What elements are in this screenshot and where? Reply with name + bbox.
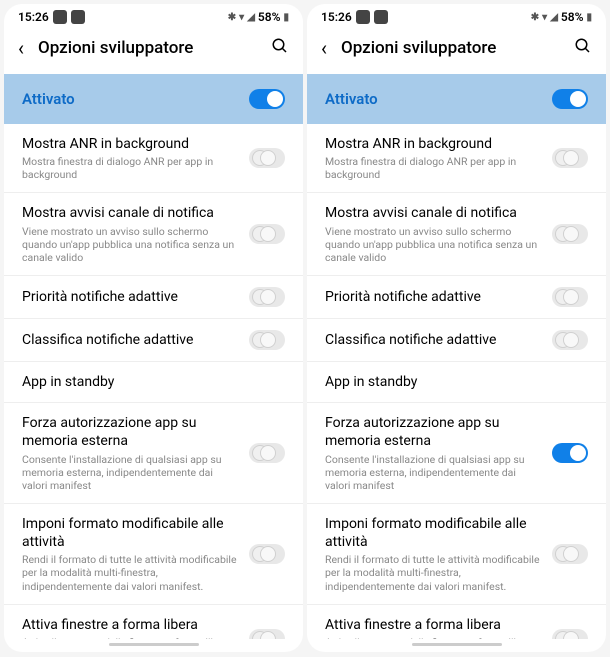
setting-desc: Rendi il formato di tutte le attività mo… bbox=[325, 553, 540, 592]
status-app-icon-1 bbox=[53, 10, 67, 24]
nav-indicator[interactable] bbox=[109, 643, 199, 646]
toggle-notif-channel[interactable] bbox=[552, 224, 588, 244]
toggle-freeform[interactable] bbox=[249, 629, 285, 639]
header: ‹ Opzioni sviluppatore bbox=[307, 26, 606, 74]
vibrate-icon: ✱ bbox=[531, 12, 539, 23]
setting-desc: Mostra finestra di dialogo ANR per app i… bbox=[22, 155, 237, 181]
wifi-icon: ▾ bbox=[239, 12, 244, 23]
setting-priority[interactable]: Priorità notifiche adattive bbox=[4, 276, 303, 319]
setting-desc: Rendi il formato di tutte le attività mo… bbox=[22, 553, 237, 592]
status-app-icon-2 bbox=[71, 10, 85, 24]
setting-anr[interactable]: Mostra ANR in background Mostra finestra… bbox=[4, 124, 303, 193]
setting-title: App in standby bbox=[325, 373, 588, 391]
back-icon[interactable]: ‹ bbox=[321, 36, 327, 60]
phone-screen-right: 15:26 ✱ ▾ ◢ 58% ▮ ‹ Opzioni sviluppatore… bbox=[307, 4, 606, 652]
setting-force-external[interactable]: Forza autorizzazione app su memoria este… bbox=[4, 403, 303, 504]
setting-desc: Mostra finestra di dialogo ANR per app i… bbox=[325, 155, 540, 181]
setting-standby[interactable]: App in standby bbox=[4, 362, 303, 403]
setting-resizable[interactable]: Imponi formato modificabile alle attivit… bbox=[307, 504, 606, 605]
setting-title: Mostra ANR in background bbox=[325, 135, 540, 153]
setting-desc: Consente l'installazione di qualsiasi ap… bbox=[325, 453, 540, 492]
toggle-resizable[interactable] bbox=[249, 544, 285, 564]
setting-force-external[interactable]: Forza autorizzazione app su memoria este… bbox=[307, 403, 606, 504]
vibrate-icon: ✱ bbox=[228, 12, 236, 23]
activated-label: Attivato bbox=[325, 90, 378, 108]
setting-title: Forza autorizzazione app su memoria este… bbox=[22, 414, 237, 450]
battery-percent: 58% bbox=[258, 10, 281, 24]
toggle-priority[interactable] bbox=[552, 287, 588, 307]
settings-list[interactable]: Mostra ANR in background Mostra finestra… bbox=[307, 124, 606, 639]
setting-desc: Attiva il supporto delle finestre a form… bbox=[325, 636, 540, 639]
status-app-icon-2 bbox=[374, 10, 388, 24]
toggle-anr[interactable] bbox=[249, 148, 285, 168]
setting-anr[interactable]: Mostra ANR in background Mostra finestra… bbox=[307, 124, 606, 193]
setting-notif-channel[interactable]: Mostra avvisi canale di notifica Viene m… bbox=[307, 193, 606, 276]
toggle-freeform[interactable] bbox=[552, 629, 588, 639]
page-title: Opzioni sviluppatore bbox=[341, 38, 560, 58]
status-app-icon-1 bbox=[356, 10, 370, 24]
search-icon[interactable] bbox=[271, 37, 289, 60]
signal-icon: ◢ bbox=[550, 12, 558, 23]
activated-label: Attivato bbox=[22, 90, 75, 108]
wifi-icon: ▾ bbox=[542, 12, 547, 23]
page-title: Opzioni sviluppatore bbox=[38, 38, 257, 58]
activated-toggle[interactable] bbox=[249, 89, 285, 109]
setting-title: App in standby bbox=[22, 373, 285, 391]
setting-desc: Viene mostrato un avviso sullo schermo q… bbox=[325, 225, 540, 264]
setting-title: Attiva finestre a forma libera bbox=[22, 616, 237, 634]
setting-title: Mostra avvisi canale di notifica bbox=[22, 204, 237, 222]
toggle-force-external[interactable] bbox=[249, 443, 285, 463]
battery-icon: ▮ bbox=[586, 12, 592, 23]
setting-desc: Attiva il supporto delle finestre a form… bbox=[22, 636, 237, 639]
toggle-classify[interactable] bbox=[249, 330, 285, 350]
toggle-anr[interactable] bbox=[552, 148, 588, 168]
setting-title: Priorità notifiche adattive bbox=[22, 288, 237, 306]
toggle-classify[interactable] bbox=[552, 330, 588, 350]
status-time: 15:26 bbox=[321, 10, 352, 24]
activated-toggle[interactable] bbox=[552, 89, 588, 109]
toggle-force-external[interactable] bbox=[552, 443, 588, 463]
setting-classify[interactable]: Classifica notifiche adattive bbox=[307, 319, 606, 362]
setting-title: Imponi formato modificabile alle attivit… bbox=[22, 515, 237, 551]
phone-screen-left: 15:26 ✱ ▾ ◢ 58% ▮ ‹ Opzioni sviluppatore… bbox=[4, 4, 303, 652]
toggle-resizable[interactable] bbox=[552, 544, 588, 564]
setting-title: Classifica notifiche adattive bbox=[325, 331, 540, 349]
battery-icon: ▮ bbox=[283, 12, 289, 23]
toggle-notif-channel[interactable] bbox=[249, 224, 285, 244]
setting-classify[interactable]: Classifica notifiche adattive bbox=[4, 319, 303, 362]
setting-title: Forza autorizzazione app su memoria este… bbox=[325, 414, 540, 450]
battery-percent: 58% bbox=[561, 10, 584, 24]
setting-resizable[interactable]: Imponi formato modificabile alle attivit… bbox=[4, 504, 303, 605]
setting-desc: Consente l'installazione di qualsiasi ap… bbox=[22, 453, 237, 492]
setting-freeform[interactable]: Attiva finestre a forma libera Attiva il… bbox=[307, 605, 606, 639]
setting-title: Mostra avvisi canale di notifica bbox=[325, 204, 540, 222]
setting-standby[interactable]: App in standby bbox=[307, 362, 606, 403]
status-time: 15:26 bbox=[18, 10, 49, 24]
status-bar: 15:26 ✱ ▾ ◢ 58% ▮ bbox=[307, 4, 606, 26]
setting-title: Classifica notifiche adattive bbox=[22, 331, 237, 349]
setting-title: Attiva finestre a forma libera bbox=[325, 616, 540, 634]
setting-priority[interactable]: Priorità notifiche adattive bbox=[307, 276, 606, 319]
search-icon[interactable] bbox=[574, 37, 592, 60]
activated-bar: Attivato bbox=[4, 74, 303, 124]
header: ‹ Opzioni sviluppatore bbox=[4, 26, 303, 74]
setting-title: Imponi formato modificabile alle attivit… bbox=[325, 515, 540, 551]
toggle-priority[interactable] bbox=[249, 287, 285, 307]
status-bar: 15:26 ✱ ▾ ◢ 58% ▮ bbox=[4, 4, 303, 26]
nav-indicator[interactable] bbox=[412, 643, 502, 646]
activated-bar: Attivato bbox=[307, 74, 606, 124]
setting-freeform[interactable]: Attiva finestre a forma libera Attiva il… bbox=[4, 605, 303, 639]
signal-icon: ◢ bbox=[247, 12, 255, 23]
setting-desc: Viene mostrato un avviso sullo schermo q… bbox=[22, 225, 237, 264]
setting-title: Priorità notifiche adattive bbox=[325, 288, 540, 306]
back-icon[interactable]: ‹ bbox=[18, 36, 24, 60]
setting-notif-channel[interactable]: Mostra avvisi canale di notifica Viene m… bbox=[4, 193, 303, 276]
settings-list[interactable]: Mostra ANR in background Mostra finestra… bbox=[4, 124, 303, 639]
setting-title: Mostra ANR in background bbox=[22, 135, 237, 153]
